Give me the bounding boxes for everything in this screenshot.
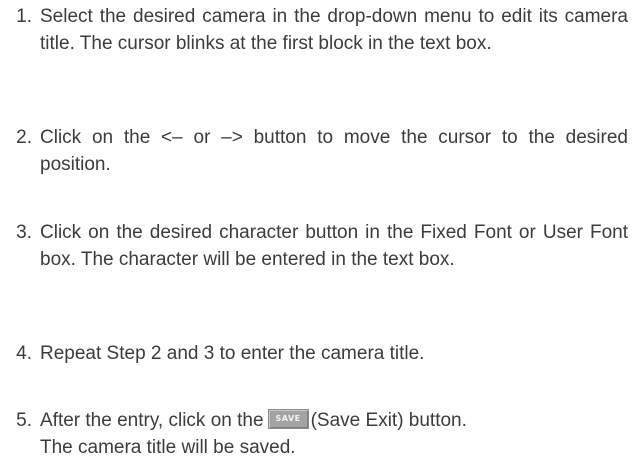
step-text-after: (Save Exit) button. xyxy=(310,410,467,431)
step-text-before: After the entry, click on the xyxy=(40,410,264,431)
save-exit-button[interactable]: SAVE xyxy=(267,408,309,429)
step-3: 3. Click on the desired character button… xyxy=(0,219,628,273)
step-number: 4. xyxy=(16,343,32,364)
step-text: Click on the desired character button in… xyxy=(40,222,628,270)
step-number: 3. xyxy=(16,222,32,243)
step-4: 4. Repeat Step 2 and 3 to enter the came… xyxy=(0,340,628,367)
step-number: 5. xyxy=(16,410,32,431)
step-text: Select the desired camera in the drop-do… xyxy=(40,6,628,54)
step-1: 1. Select the desired camera in the drop… xyxy=(0,3,628,57)
step-text: After the entry, click on the SAVE (Save E… xyxy=(40,407,628,461)
step-2: 2. Click on the <– or –> button to move … xyxy=(0,124,628,178)
step-text: Repeat Step 2 and 3 to enter the camera … xyxy=(40,343,425,364)
step-number: 2. xyxy=(16,127,32,148)
step-number: 1. xyxy=(16,6,32,27)
step-5: 5. After the entry, click on the SAVE (Sav… xyxy=(0,407,628,461)
step-text: Click on the <– or –> button to move the… xyxy=(40,127,628,175)
step-text-line2: The camera title will be saved. xyxy=(40,437,296,458)
instruction-page: 1. Select the desired camera in the drop… xyxy=(0,0,642,476)
